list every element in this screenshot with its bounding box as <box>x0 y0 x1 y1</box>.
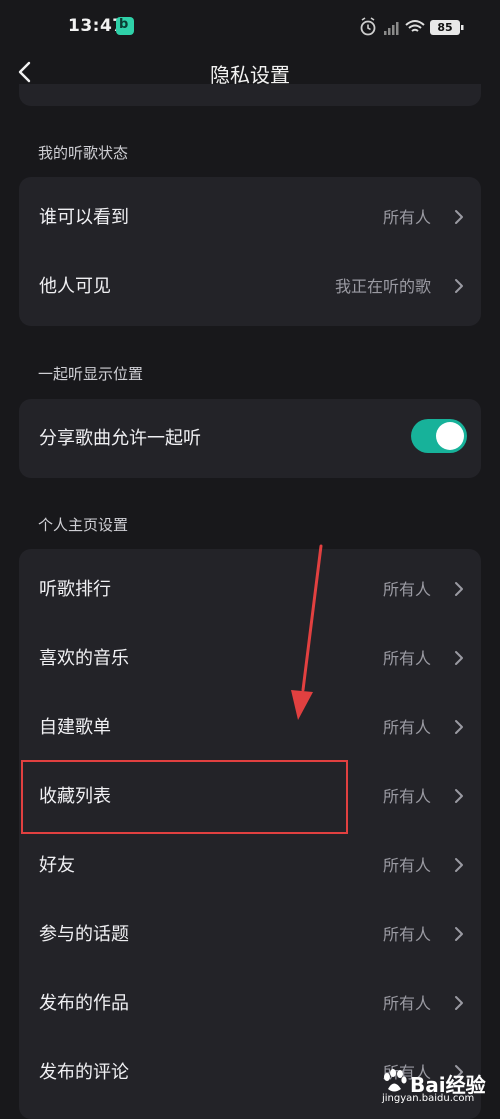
wifi-icon <box>405 20 425 32</box>
chevron-right-icon <box>455 651 463 665</box>
row-label: 自建歌单 <box>39 717 111 738</box>
previous-card <box>19 84 481 106</box>
row-value: 所有人 <box>382 208 431 227</box>
section-label-listen-status: 我的听歌状态 <box>38 144 129 162</box>
baidu-jingyan-watermark: Bai经验 jingyan.baidu.com <box>380 1065 490 1109</box>
row-label: 好友 <box>39 855 75 876</box>
row-share-listen-together: 分享歌曲允许一起听 <box>19 399 481 478</box>
signal-icon <box>384 22 399 35</box>
chevron-right-icon <box>455 582 463 596</box>
row-topics-joined[interactable]: 参与的话题 所有人 <box>19 900 481 969</box>
highlight-box <box>21 760 348 834</box>
row-who-can-see[interactable]: 谁可以看到 所有人 <box>19 183 481 252</box>
section-label-listen-together: 一起听显示位置 <box>38 365 144 383</box>
row-created-playlists[interactable]: 自建歌单 所有人 <box>19 693 481 762</box>
chevron-right-icon <box>455 858 463 872</box>
row-value: 我正在听的歌 <box>334 277 431 296</box>
row-friends[interactable]: 好友 所有人 <box>19 831 481 900</box>
chevron-right-icon <box>455 789 463 803</box>
paw-logo-icon <box>384 1069 407 1092</box>
chevron-right-icon <box>455 996 463 1010</box>
row-visible-to-others[interactable]: 他人可见 我正在听的歌 <box>19 252 481 321</box>
row-label: 谁可以看到 <box>39 207 129 228</box>
listen-together-toggle[interactable] <box>411 419 467 453</box>
listen-status-card: 谁可以看到 所有人 他人可见 我正在听的歌 <box>19 177 481 326</box>
row-value: 所有人 <box>382 649 431 668</box>
row-label: 发布的评论 <box>39 1062 129 1083</box>
toggle-knob <box>436 422 464 450</box>
battery-level: 85 <box>437 21 453 34</box>
row-label: 喜欢的音乐 <box>39 648 129 669</box>
row-listening-ranking[interactable]: 听歌排行 所有人 <box>19 555 481 624</box>
row-label: 发布的作品 <box>39 993 129 1014</box>
chevron-right-icon <box>455 927 463 941</box>
chevron-right-icon <box>455 279 463 293</box>
row-value: 所有人 <box>382 718 431 737</box>
row-liked-music[interactable]: 喜欢的音乐 所有人 <box>19 624 481 693</box>
row-label: 他人可见 <box>39 276 111 297</box>
row-label: 听歌排行 <box>39 579 111 600</box>
row-value: 所有人 <box>382 925 431 944</box>
alarm-icon <box>360 17 376 36</box>
app-notification-icon: b <box>116 17 134 35</box>
row-label: 参与的话题 <box>39 924 129 945</box>
row-value: 所有人 <box>382 787 431 806</box>
row-value: 所有人 <box>382 994 431 1013</box>
chevron-right-icon <box>455 210 463 224</box>
row-published-works[interactable]: 发布的作品 所有人 <box>19 969 481 1038</box>
profile-settings-card: 听歌排行 所有人 喜欢的音乐 所有人 自建歌单 所有人 收藏列表 所有人 好友 … <box>19 549 481 1119</box>
watermark-url: jingyan.baidu.com <box>382 1093 475 1104</box>
chevron-right-icon <box>455 720 463 734</box>
row-value: 所有人 <box>382 856 431 875</box>
listen-together-card: 分享歌曲允许一起听 <box>19 399 481 478</box>
row-label: 分享歌曲允许一起听 <box>39 428 201 449</box>
status-icons: 85 <box>360 15 470 39</box>
section-label-profile: 个人主页设置 <box>38 516 129 534</box>
row-value: 所有人 <box>382 580 431 599</box>
